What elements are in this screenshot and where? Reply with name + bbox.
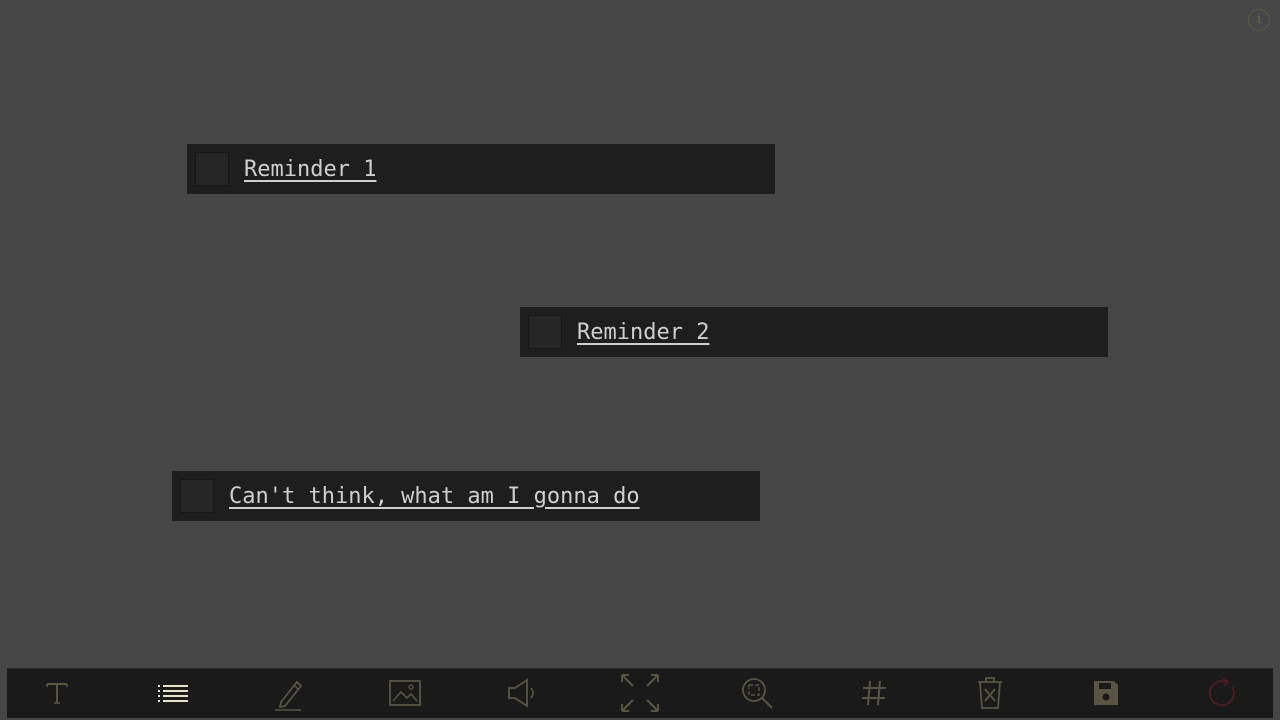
speaker-icon <box>508 678 534 708</box>
refresh-icon <box>1208 678 1235 707</box>
image-icon <box>389 680 421 706</box>
save-icon <box>1094 681 1118 705</box>
bottom-toolbar <box>7 668 1273 718</box>
fullscreen-tool-button[interactable] <box>616 669 664 717</box>
hash-icon <box>862 680 886 706</box>
checklist-note[interactable]: Can't think, what am I gonna do <box>172 471 760 521</box>
pencil-icon <box>275 680 303 711</box>
note-checkbox[interactable] <box>528 315 562 349</box>
list-icon <box>158 685 188 702</box>
list-tool-button[interactable] <box>149 669 197 717</box>
text-tool-button[interactable] <box>33 669 81 717</box>
grid-tool-button[interactable] <box>850 669 898 717</box>
checklist-note[interactable]: Reminder 1 <box>187 144 775 194</box>
draw-tool-button[interactable] <box>265 669 313 717</box>
note-canvas[interactable]: i Reminder 1 Reminder 2 Can't think, wha… <box>0 0 1280 720</box>
reset-tool-button[interactable] <box>1198 669 1246 717</box>
zoom-tool-button[interactable] <box>733 669 781 717</box>
note-text[interactable]: Can't think, what am I gonna do <box>229 484 640 509</box>
trash-icon <box>978 677 1002 709</box>
zoom-icon <box>742 678 773 709</box>
audio-tool-button[interactable] <box>497 669 545 717</box>
save-tool-button[interactable] <box>1082 669 1130 717</box>
expand-icon <box>621 674 659 712</box>
info-icon[interactable]: i <box>1248 9 1270 31</box>
delete-tool-button[interactable] <box>966 669 1014 717</box>
note-text[interactable]: Reminder 2 <box>577 320 709 345</box>
note-checkbox[interactable] <box>195 152 229 186</box>
checklist-note[interactable]: Reminder 2 <box>520 307 1108 357</box>
note-checkbox[interactable] <box>180 479 214 513</box>
text-icon <box>46 683 68 704</box>
image-tool-button[interactable] <box>381 669 429 717</box>
note-text[interactable]: Reminder 1 <box>244 157 376 182</box>
